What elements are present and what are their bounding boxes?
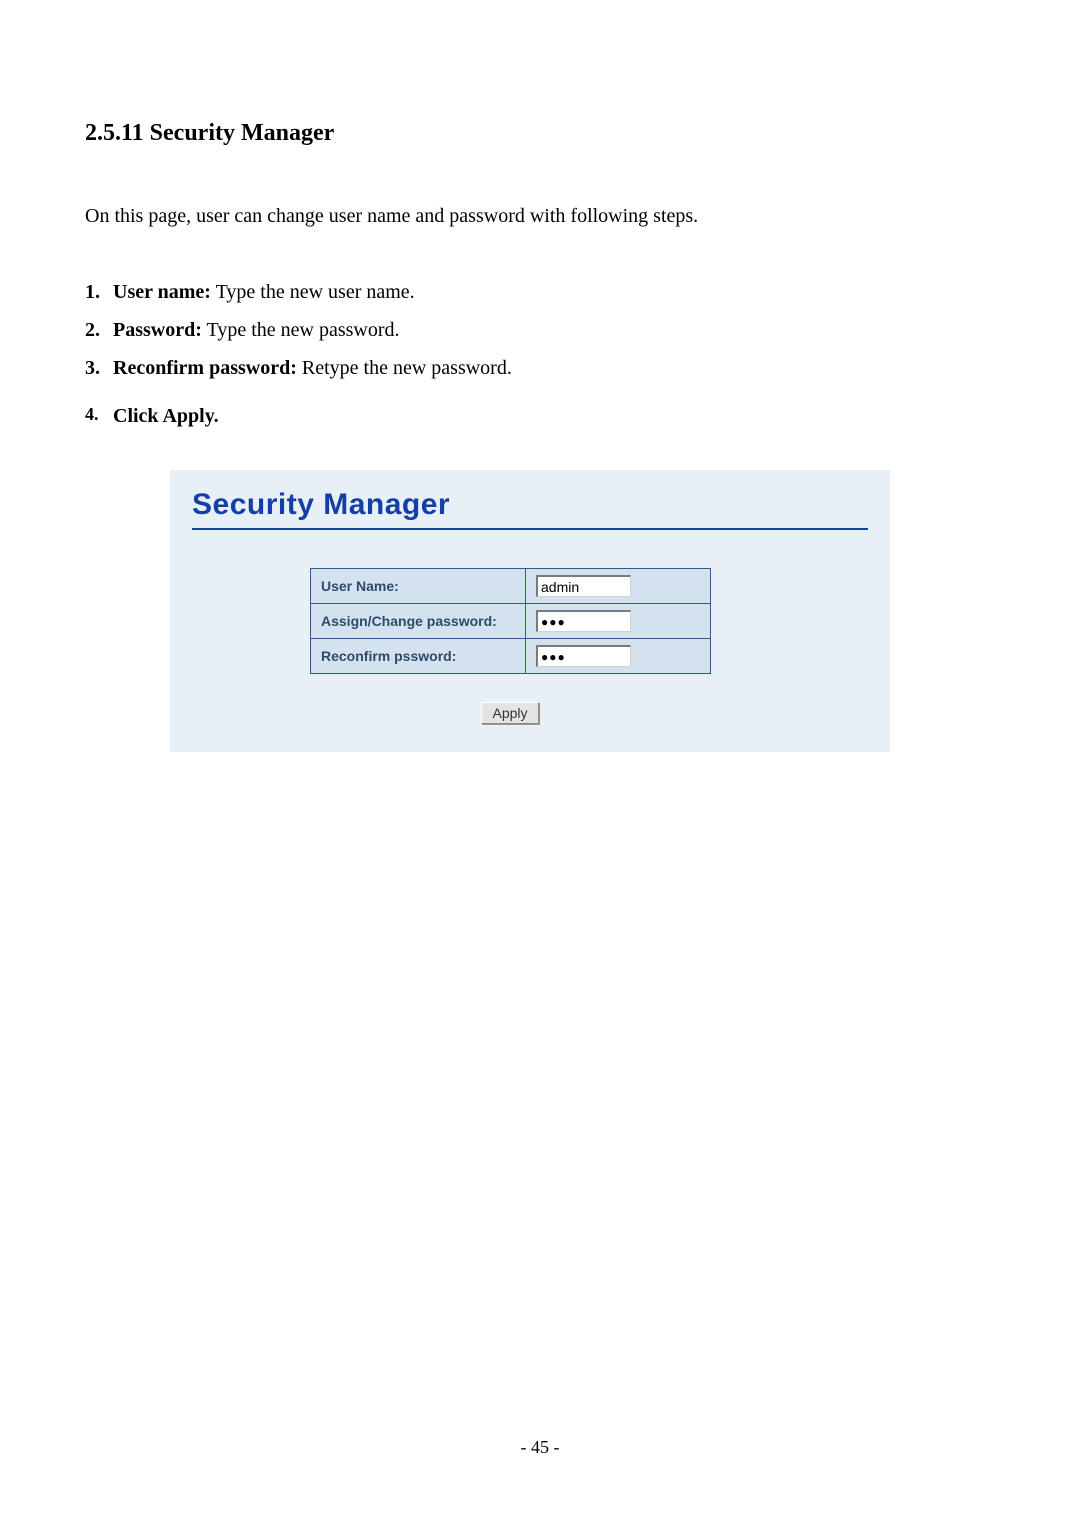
intro-text: On this page, user can change user name … [85, 205, 995, 228]
assign-password-label: Assign/Change password: [311, 604, 526, 639]
security-form-table: User Name: Assign/Change password: Recon… [310, 568, 711, 674]
reconfirm-password-input[interactable] [536, 645, 631, 667]
step-1-bold: User name: [113, 281, 211, 303]
reconfirm-password-label: Reconfirm pssword: [311, 639, 526, 674]
step-4: 4. Click Apply. [85, 402, 995, 430]
step-4-bold: Click Apply. [113, 405, 219, 427]
step-1: 1. User name: Type the new user name. [85, 278, 995, 306]
table-row: Assign/Change password: [311, 604, 711, 639]
assign-password-cell [526, 604, 711, 639]
steps-list: 1. User name: Type the new user name. 2.… [85, 278, 995, 430]
step-4-number: 4. [85, 402, 99, 427]
user-name-cell [526, 569, 711, 604]
table-row: User Name: [311, 569, 711, 604]
panel-divider [192, 528, 868, 530]
panel-title: Security Manager [192, 488, 890, 522]
assign-password-input[interactable] [536, 610, 631, 632]
step-3-bold: Reconfirm password: [113, 357, 297, 379]
reconfirm-password-cell [526, 639, 711, 674]
table-row: Reconfirm pssword: [311, 639, 711, 674]
apply-button[interactable]: Apply [481, 702, 538, 724]
step-2-rest: Type the new password. [202, 319, 400, 341]
step-2-bold: Password: [113, 319, 202, 341]
user-name-input[interactable] [536, 575, 631, 597]
step-3-number: 3. [85, 354, 100, 382]
step-1-rest: Type the new user name. [211, 281, 415, 303]
step-1-number: 1. [85, 278, 100, 306]
apply-row: Apply [310, 702, 710, 724]
step-3-rest: Retype the new password. [297, 357, 512, 379]
step-2-number: 2. [85, 316, 100, 344]
security-manager-panel: Security Manager User Name: Assign/Chang… [170, 470, 890, 752]
section-heading: 2.5.11 Security Manager [85, 120, 995, 147]
user-name-label: User Name: [311, 569, 526, 604]
step-2: 2. Password: Type the new password. [85, 316, 995, 344]
step-3: 3. Reconfirm password: Retype the new pa… [85, 354, 995, 382]
page-number: - 45 - [0, 1437, 1080, 1458]
